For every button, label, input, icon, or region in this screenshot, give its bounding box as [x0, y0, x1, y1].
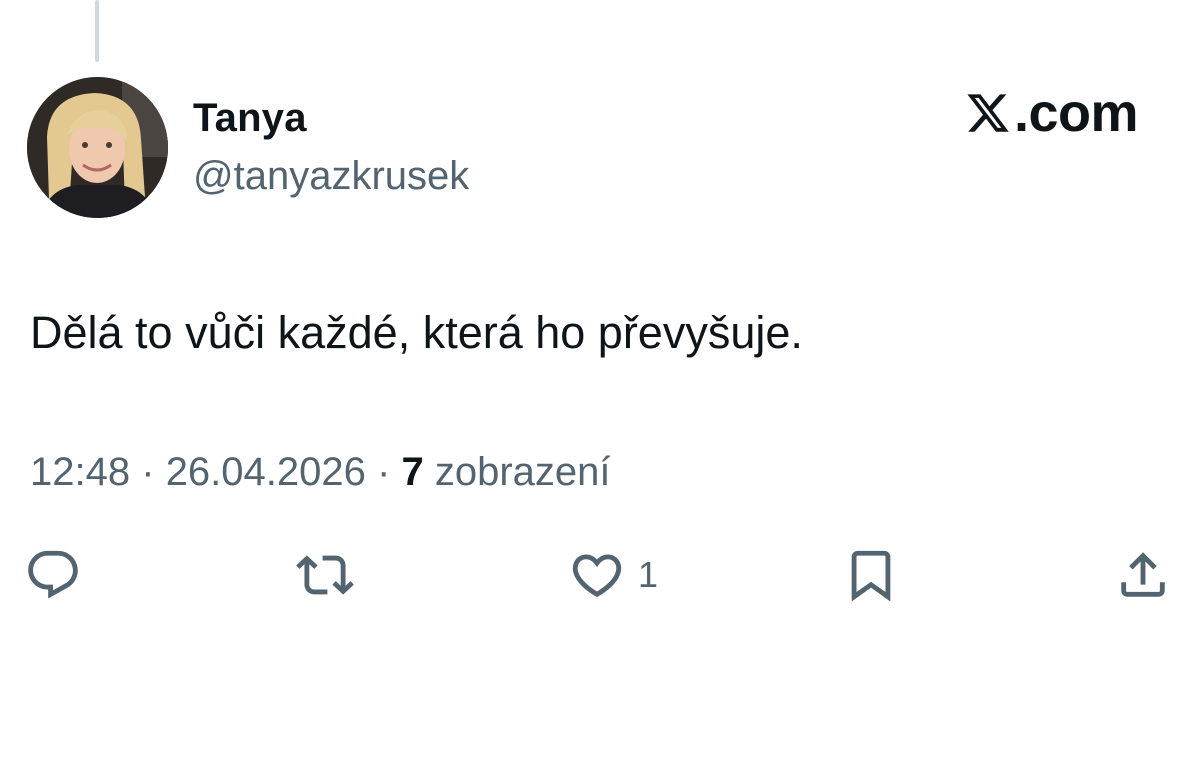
thread-connector-line	[95, 0, 99, 62]
tweet-time[interactable]: 12:48	[30, 450, 130, 494]
bookmark-icon	[851, 550, 891, 602]
heart-icon	[572, 554, 622, 598]
views-count: 7	[401, 450, 424, 494]
meta-separator: ·	[141, 450, 155, 494]
views-label: zobrazení	[434, 450, 611, 494]
reply-button[interactable]	[24, 545, 82, 605]
repost-icon	[296, 555, 354, 595]
brand-domain-suffix: .com	[1013, 83, 1139, 143]
avatar-photo	[27, 77, 168, 218]
meta-separator: ·	[377, 450, 391, 494]
tweet-date[interactable]: 26.04.2026	[166, 450, 366, 494]
reply-icon	[28, 550, 78, 599]
bookmark-button[interactable]	[842, 545, 900, 605]
share-button[interactable]	[1114, 545, 1172, 605]
like-count: 1	[638, 554, 659, 595]
author-display-name[interactable]: Tanya	[193, 96, 307, 141]
author-handle[interactable]: @tanyazkrusek	[193, 154, 469, 199]
brand-watermark: .com	[964, 83, 1139, 143]
repost-button[interactable]	[296, 545, 354, 605]
share-icon	[1121, 552, 1165, 597]
avatar[interactable]	[27, 77, 168, 218]
tweet-text: Dělá to vůči každé, která ho převyšuje.	[30, 307, 803, 358]
tweet-meta: 12:48 · 26.04.2026 · 7 zobrazení	[30, 450, 611, 495]
x-logo-icon	[967, 94, 1009, 132]
like-button[interactable]: 1	[568, 545, 658, 605]
